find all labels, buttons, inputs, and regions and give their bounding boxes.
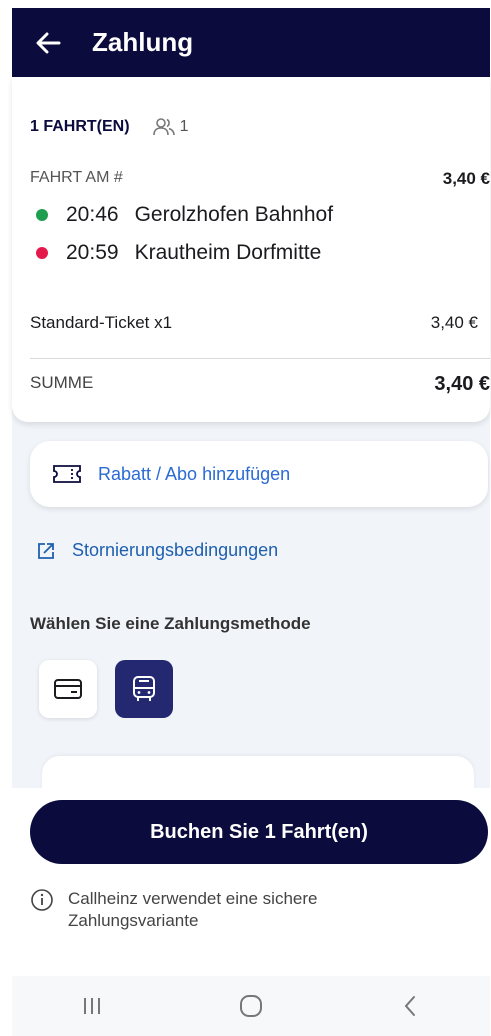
- divider: [30, 358, 490, 359]
- ticket-icon: [52, 464, 82, 484]
- destination-dot-icon: [36, 247, 48, 259]
- ticket-row: Standard-Ticket x1 3,40 €: [30, 313, 478, 333]
- cancellation-terms-link[interactable]: Stornierungsbedingungen: [36, 540, 278, 561]
- passenger-count: 1: [152, 117, 189, 137]
- secure-payment-text: Callheinz verwendet eine sichere Zahlung…: [68, 889, 318, 930]
- people-icon: [152, 118, 175, 136]
- payment-method-bus[interactable]: [115, 660, 173, 718]
- recents-icon: [83, 998, 100, 1014]
- add-discount-button[interactable]: Rabatt / Abo hinzufügen: [30, 441, 488, 507]
- booking-summary-card: 1 FAHRT(EN) 1 FAHRT AM # 3,40 € 20:46 Ge…: [12, 77, 490, 422]
- home-button[interactable]: [221, 986, 281, 1026]
- book-trip-button[interactable]: Buchen Sie 1 Fahrt(en): [30, 800, 488, 864]
- booking-footer: Buchen Sie 1 Fahrt(en) Callheinz verwend…: [12, 788, 490, 976]
- ride-row: FAHRT AM # 3,40 €: [30, 169, 490, 189]
- payment-method-card[interactable]: [39, 660, 97, 718]
- sum-value: 3,40 €: [434, 373, 490, 395]
- external-link-icon: [36, 541, 56, 561]
- credit-card-icon: [54, 679, 82, 699]
- recents-button[interactable]: [62, 986, 122, 1026]
- secure-payment-note: Callheinz verwendet eine sichere Zahlung…: [30, 888, 388, 932]
- home-icon: [239, 995, 262, 1017]
- ticket-label: Standard-Ticket x1: [30, 313, 173, 332]
- sum-row: SUMME 3,40 €: [30, 373, 490, 396]
- ticket-price: 3,40 €: [430, 313, 478, 332]
- chevron-left-icon: [404, 996, 416, 1016]
- destination-stop: 20:59 Krautheim Dorfmitte: [36, 241, 321, 265]
- info-icon: [30, 888, 54, 912]
- cancellation-terms-label: Stornierungsbedingungen: [72, 540, 279, 560]
- origin-time: 20:46: [66, 203, 119, 226]
- ride-price: 3,40 €: [442, 169, 490, 188]
- arrow-left-icon: [36, 32, 61, 53]
- passenger-count-value: 1: [179, 118, 189, 135]
- app-header: Zahlung: [12, 8, 490, 77]
- back-button[interactable]: [12, 8, 84, 77]
- origin-name: Gerolzhofen Bahnhof: [134, 203, 334, 226]
- destination-time: 20:59: [66, 241, 119, 264]
- trip-count-label: 1 FAHRT(EN): [30, 118, 130, 135]
- page-title: Zahlung: [92, 27, 194, 57]
- trip-count: 1 FAHRT(EN) 1: [30, 117, 188, 137]
- system-navigation-bar: [12, 976, 490, 1036]
- destination-name: Krautheim Dorfmitte: [134, 241, 322, 264]
- origin-dot-icon: [36, 209, 48, 221]
- bus-icon: [133, 676, 155, 701]
- payment-method-title: Wählen Sie eine Zahlungsmethode: [30, 614, 311, 633]
- add-discount-label: Rabatt / Abo hinzufügen: [98, 463, 291, 484]
- origin-stop: 20:46 Gerolzhofen Bahnhof: [36, 203, 333, 227]
- ride-label: FAHRT AM #: [30, 169, 123, 186]
- system-back-button[interactable]: [380, 986, 440, 1026]
- sum-label: SUMME: [30, 373, 94, 392]
